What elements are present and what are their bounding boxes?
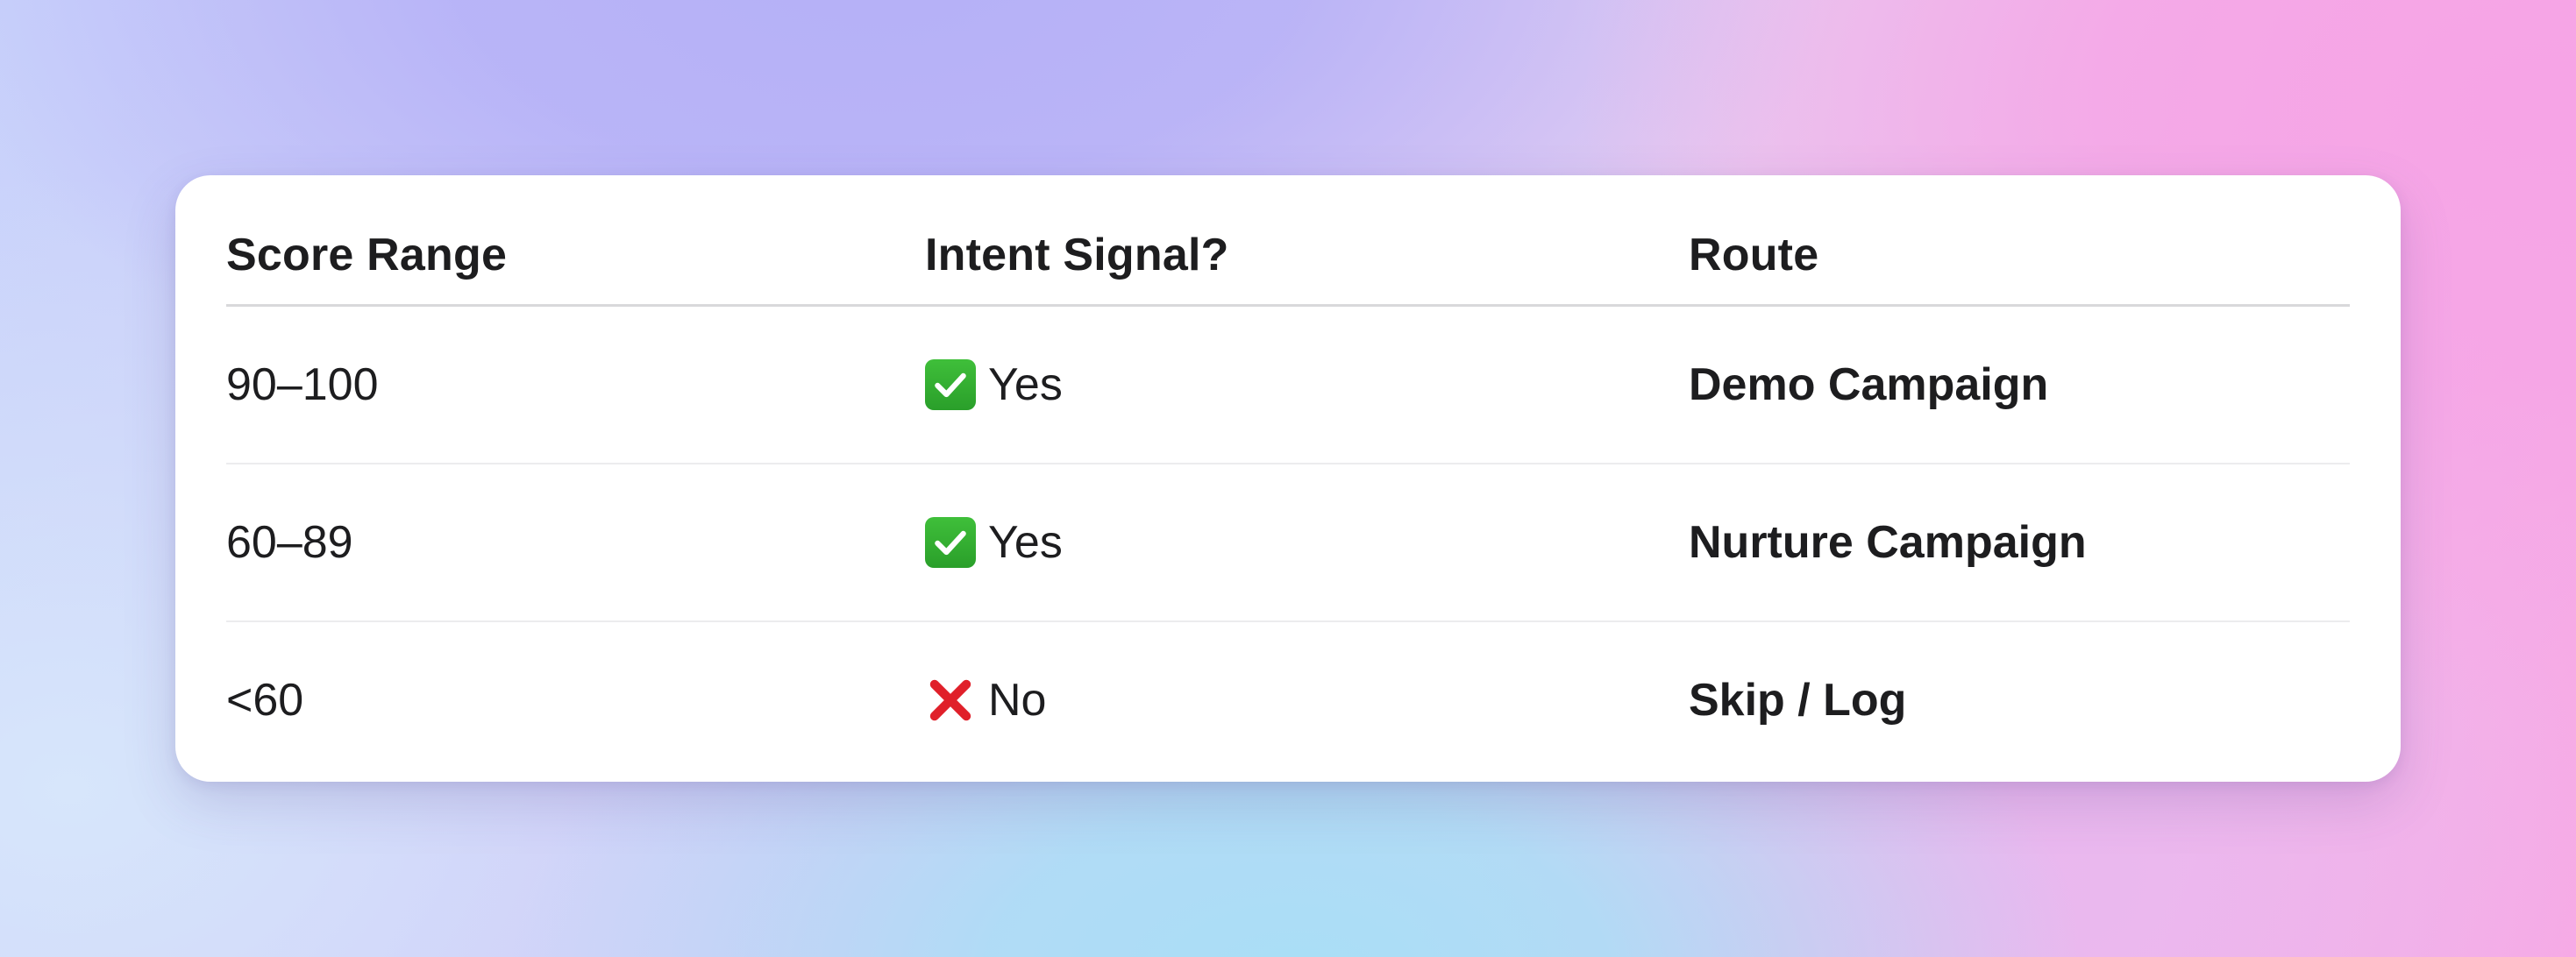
table-row: <60 No Skip / Log <box>226 622 2350 778</box>
table-row: 90–100 Yes Demo Campaign <box>226 307 2350 464</box>
intent-signal-cell: Yes <box>925 516 1689 569</box>
table-header-row: Score Range Intent Signal? Route <box>226 175 2350 307</box>
header-score-range: Score Range <box>226 229 508 280</box>
cross-mark-icon <box>925 675 976 726</box>
intent-signal-cell: No <box>925 674 1689 727</box>
lead-routing-table: Score Range Intent Signal? Route 90–100 … <box>226 175 2350 778</box>
routing-table-card: Score Range Intent Signal? Route 90–100 … <box>175 175 2401 782</box>
table-row: 60–89 Yes Nurture Campaign <box>226 464 2350 622</box>
score-range-cell: 60–89 <box>226 517 353 568</box>
route-cell: Demo Campaign <box>1689 359 2049 410</box>
check-mark-icon <box>925 517 976 568</box>
intent-signal-text: Yes <box>988 359 1063 410</box>
check-mark-icon <box>925 359 976 410</box>
score-range-cell: 90–100 <box>226 359 379 410</box>
intent-signal-cell: Yes <box>925 358 1689 411</box>
route-cell: Nurture Campaign <box>1689 517 2087 568</box>
header-route: Route <box>1689 229 1819 280</box>
intent-signal-text: No <box>988 675 1047 726</box>
intent-signal-text: Yes <box>988 517 1063 568</box>
header-intent-signal: Intent Signal? <box>925 229 1229 280</box>
score-range-cell: <60 <box>226 675 304 726</box>
route-cell: Skip / Log <box>1689 675 1907 726</box>
